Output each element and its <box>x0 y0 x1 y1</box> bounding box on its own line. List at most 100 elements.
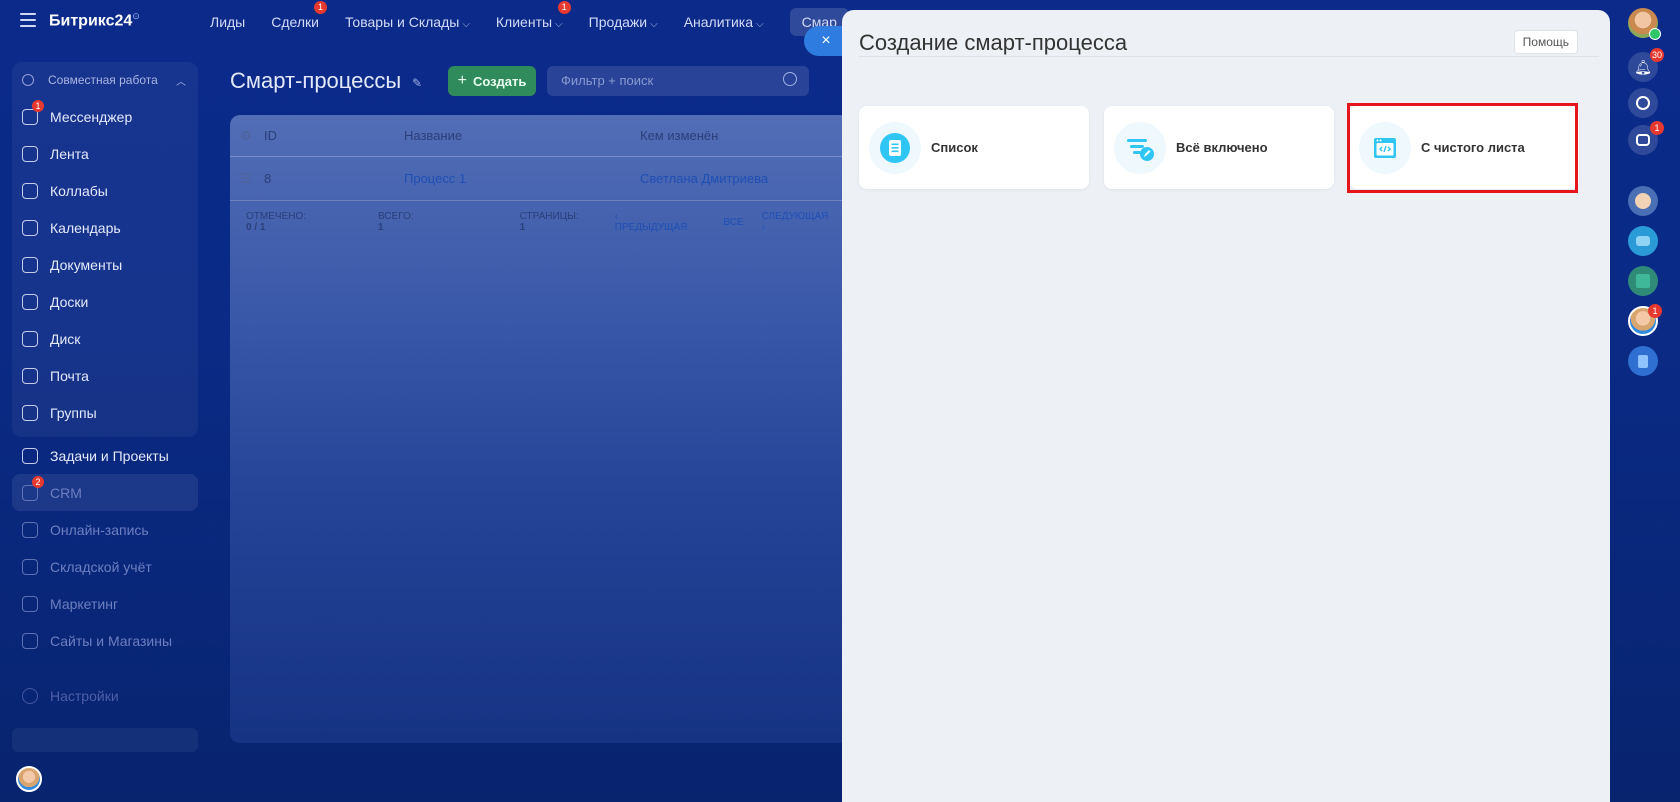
nav-item-label: Аналитика <box>683 14 753 30</box>
bookmark-icon <box>1638 354 1648 368</box>
notifications-button[interactable]: 🔔︎ 30 <box>1628 48 1664 82</box>
column-header-id[interactable]: ID <box>264 128 404 143</box>
sidebar-item[interactable]: Группы <box>12 394 198 431</box>
sidebar-item-icon <box>22 404 38 421</box>
sidebar-item-label: Группы <box>50 404 97 421</box>
nav-item[interactable]: Аналитика ⌵ <box>684 14 764 30</box>
sidebar-item-label: Почта <box>50 367 89 384</box>
brand-logo[interactable]: Битрикс24⊙ <box>49 11 140 30</box>
sidebar-item[interactable]: Сайты и Магазины <box>12 622 198 659</box>
sidebar-item[interactable]: Коллабы <box>12 172 198 209</box>
sidebar-item-label: CRM <box>50 484 82 501</box>
contact-chat-2[interactable] <box>1628 226 1658 256</box>
copilot-button[interactable] <box>1628 88 1658 118</box>
page-title: Смарт-процессы <box>230 68 402 93</box>
sidebar-item-label: Маркетинг <box>50 595 119 612</box>
sidebar-item[interactable]: Лента <box>12 135 198 172</box>
counter-badge: 1 <box>557 1 571 14</box>
sidebar-item[interactable]: Маркетинг <box>12 585 198 622</box>
sidebar-item[interactable]: Доски <box>12 283 198 320</box>
menu-icon[interactable] <box>20 13 36 27</box>
chat-button[interactable]: 1 <box>1628 121 1664 155</box>
create-button-label: Создать <box>472 73 527 89</box>
panel-divider <box>859 56 1599 57</box>
close-slider-button[interactable]: × <box>804 26 844 56</box>
sidebar-item-icon <box>22 145 38 162</box>
sidebar-item-icon <box>22 256 38 273</box>
gear-icon[interactable]: ⚙ <box>230 128 264 144</box>
filter-search-input[interactable]: Фильтр + поиск <box>547 66 809 96</box>
option-card-label: Всё включено <box>1176 140 1268 155</box>
contact-avatar-4[interactable]: 1 <box>1628 304 1662 336</box>
chevron-up-icon: ︿ <box>176 76 186 88</box>
nav-item-label: Сделки <box>271 14 319 30</box>
help-button[interactable]: Помощь <box>1513 30 1578 54</box>
bookmarks-button[interactable] <box>1628 346 1658 376</box>
sidebar-item[interactable]: Почта <box>12 357 198 394</box>
contact-avatar-1[interactable] <box>1628 186 1658 216</box>
sidebar-item[interactable]: Календарь <box>12 209 198 246</box>
sidebar-item-label: Мессенджер <box>50 108 133 125</box>
counter-badge: 1 <box>32 100 44 112</box>
checked-value: 0 / 1 <box>246 222 266 233</box>
nav-item[interactable]: Сделки 1 <box>271 1 327 30</box>
nav-item[interactable]: Клиенты ⌵ 1 <box>496 1 571 30</box>
smart-process-grid: ⚙ ID Название Кем изменён ☰ 8 Процесс 1 … <box>230 115 850 743</box>
brand-name: Битрикс24 <box>49 12 133 30</box>
sidebar-item-label: Складской учёт <box>50 558 152 575</box>
sidebar-item[interactable]: Складской учёт <box>12 548 198 585</box>
counter-badge: 1 <box>313 1 327 14</box>
contact-chat-3[interactable] <box>1628 266 1658 296</box>
sidebar-item-label: Диск <box>50 330 81 347</box>
sidebar-item[interactable]: Диск <box>12 320 198 357</box>
next-page-label: СЛЕДУЮЩАЯ <box>761 211 829 222</box>
next-page-link[interactable]: СЛЕДУЮЩАЯ › <box>762 211 847 233</box>
sidebar-item-label: Настройки <box>50 687 119 704</box>
bell-icon: 🔔︎ <box>1634 58 1652 75</box>
pin-icon[interactable]: ✎ <box>412 76 422 90</box>
plus-icon: + <box>457 72 467 89</box>
sidebar-item-icon <box>22 219 38 236</box>
sidebar-item-icon <box>22 182 38 199</box>
sidebar-item[interactable]: Онлайн-запись <box>12 511 198 548</box>
brand-mark: ⊙ <box>132 11 140 21</box>
table-row: ☰ 8 Процесс 1 Светлана Дмитриева <box>230 157 850 201</box>
chat-icon <box>1636 134 1650 146</box>
sidebar-item[interactable]: Документы <box>12 246 198 283</box>
create-button[interactable]: + Создать <box>448 66 536 96</box>
row-menu-icon[interactable]: ☰ <box>230 171 264 187</box>
sidebar-item[interactable]: Задачи и Проекты <box>12 437 198 474</box>
all-pages-link[interactable]: ВСЕ <box>723 217 743 228</box>
sidebar-item-icon <box>22 293 38 310</box>
checked-label: ОТМЕЧЕНО: <box>246 211 306 222</box>
right-rail: 🔔︎ 30 1 1 <box>1610 0 1680 802</box>
option-card-list[interactable]: Список <box>859 106 1089 189</box>
sidebar-item-settings[interactable]: Настройки <box>12 677 198 714</box>
chevron-down-icon: ⌵ <box>462 19 470 30</box>
column-header-name[interactable]: Название <box>404 128 640 143</box>
sidebar-footer-bar <box>12 728 198 752</box>
sidebar-item[interactable]: Мессенджер 1 <box>12 98 198 135</box>
nav-item[interactable]: Лиды <box>210 14 245 30</box>
search-icon[interactable] <box>783 72 797 86</box>
grid-footer: ОТМЕЧЕНО: 0 / 1 ВСЕГО: 1 СТРАНИЦЫ: 1 ‹ П… <box>230 201 850 243</box>
sidebar-item-label: Документы <box>50 256 123 273</box>
option-card-all-inclusive[interactable]: Всё включено <box>1104 106 1334 189</box>
sidebar-group-title: Совместная работа <box>48 73 158 87</box>
nav-item[interactable]: Продажи ⌵ <box>589 14 658 30</box>
prev-page-link[interactable]: ‹ ПРЕДЫДУЩАЯ <box>615 211 706 233</box>
column-header-modified-by[interactable]: Кем изменён <box>640 128 840 143</box>
notifications-count: 30 <box>1649 48 1664 62</box>
nav-item[interactable]: Товары и Склады ⌵ <box>345 14 470 30</box>
prev-page-label: ПРЕДЫДУЩАЯ <box>614 222 688 233</box>
user-avatar[interactable] <box>16 766 42 792</box>
user-badge: 1 <box>1648 304 1662 318</box>
sidebar-item[interactable]: CRM 2 <box>12 474 198 511</box>
row-name-link[interactable]: Процесс 1 <box>404 171 640 186</box>
row-modified-by-link[interactable]: Светлана Дмитриева <box>640 171 840 186</box>
sidebar-item-label: Лента <box>50 145 89 162</box>
profile-avatar[interactable] <box>1628 8 1661 40</box>
nav-item-label: Лиды <box>210 14 246 30</box>
top-nav-items: Лиды Сделки 1 Товары и Склады ⌵ Клиенты ⌵ 1 Прод… <box>210 0 875 44</box>
sidebar-group-header[interactable]: Совместная работа ︿ <box>12 62 198 98</box>
